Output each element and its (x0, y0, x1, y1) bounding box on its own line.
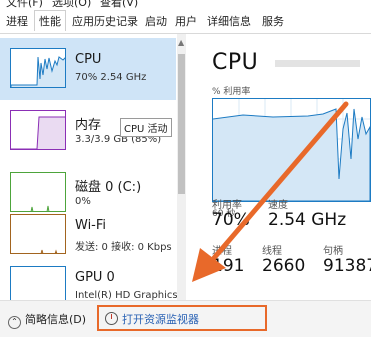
tab-details[interactable]: 详细信息 (207, 13, 251, 29)
gpu-thumbnail-graph (10, 266, 66, 300)
threads-value: 2660 (262, 256, 306, 276)
sidebar-item-label: Wi-Fi (75, 218, 107, 233)
processes-label: 进程 (212, 246, 232, 257)
speed-label: 速度 (268, 200, 288, 211)
fewer-details-button[interactable]: ⌃ 简略信息(D) (8, 311, 86, 329)
sidebar-item-gpu[interactable]: GPU 0 Intel(R) HD Graphics (0, 256, 178, 300)
menu-bar: 文件(F) 选项(O) 查看(V) (0, 0, 371, 8)
utilization-value: 70% (212, 210, 250, 230)
page-title: CPU (212, 50, 259, 75)
sidebar-item-detail: 发送: 0 接收: 0 Kbps (75, 242, 172, 253)
cpu-thumbnail-graph (10, 48, 66, 88)
tab-services[interactable]: 服务 (262, 13, 284, 29)
open-resource-monitor-link[interactable]: 打开资源监视器 (97, 305, 267, 331)
scrollbar-thumb[interactable] (178, 54, 185, 194)
utilization-axis-label: % 利用率 (212, 87, 251, 97)
utilization-label: 利用率 (212, 200, 242, 211)
tab-performance[interactable]: 性能 (34, 10, 66, 31)
resource-monitor-icon (105, 312, 118, 325)
footer-bar: ⌃ 简略信息(D) 打开资源监视器 (0, 300, 371, 337)
menu-options[interactable]: 选项(O) (52, 0, 91, 8)
speed-value: 2.54 GHz (268, 210, 347, 230)
sidebar-item-label: 磁盘 0 (C:) (75, 180, 142, 195)
threads-label: 线程 (262, 246, 282, 257)
open-resource-monitor-label: 打开资源监视器 (122, 313, 199, 326)
tooltip: CPU 活动 (120, 118, 172, 137)
cpu-model-name-blurred (275, 60, 360, 67)
processes-value: 191 (212, 256, 245, 276)
scroll-up-icon[interactable]: ▲ (178, 38, 184, 47)
tab-startup[interactable]: 启动 (145, 13, 167, 29)
handles-value: 91387 (323, 256, 371, 276)
resource-list: CPU 70% 2.54 GHz 内存 3.3/3.9 GB (85%) 磁盘 … (0, 34, 186, 300)
wifi-thumbnail-graph (10, 214, 66, 254)
fewer-details-label: 简略信息(D) (25, 313, 87, 326)
memory-thumbnail-graph (10, 110, 66, 150)
menu-view[interactable]: 查看(V) (100, 0, 138, 8)
tab-bar: 进程 性能 应用历史记录 启动 用户 详细信息 服务 (0, 9, 371, 34)
cpu-detail-panel: CPU % 利用率 60 秒 利用率 70% 速度 2.54 GHz 进程 19… (190, 34, 371, 300)
sidebar-item-label: CPU (75, 52, 102, 67)
tab-processes[interactable]: 进程 (6, 13, 28, 29)
sidebar-item-detail: 70% 2.54 GHz (75, 72, 147, 83)
sidebar-scrollbar[interactable]: ▲ (177, 34, 186, 300)
sidebar-item-cpu[interactable]: CPU 70% 2.54 GHz (0, 38, 176, 100)
tab-app-history[interactable]: 应用历史记录 (72, 13, 138, 29)
sidebar-item-detail: Intel(R) HD Graphics (75, 290, 178, 300)
menu-file[interactable]: 文件(F) (6, 0, 43, 8)
tab-users[interactable]: 用户 (175, 13, 197, 29)
sidebar-item-label: GPU 0 (75, 270, 115, 285)
cpu-utilization-graph (212, 98, 371, 202)
chevron-up-icon: ⌃ (8, 316, 21, 329)
handles-label: 句柄 (323, 246, 343, 257)
sidebar-item-label: 内存 (75, 118, 102, 133)
